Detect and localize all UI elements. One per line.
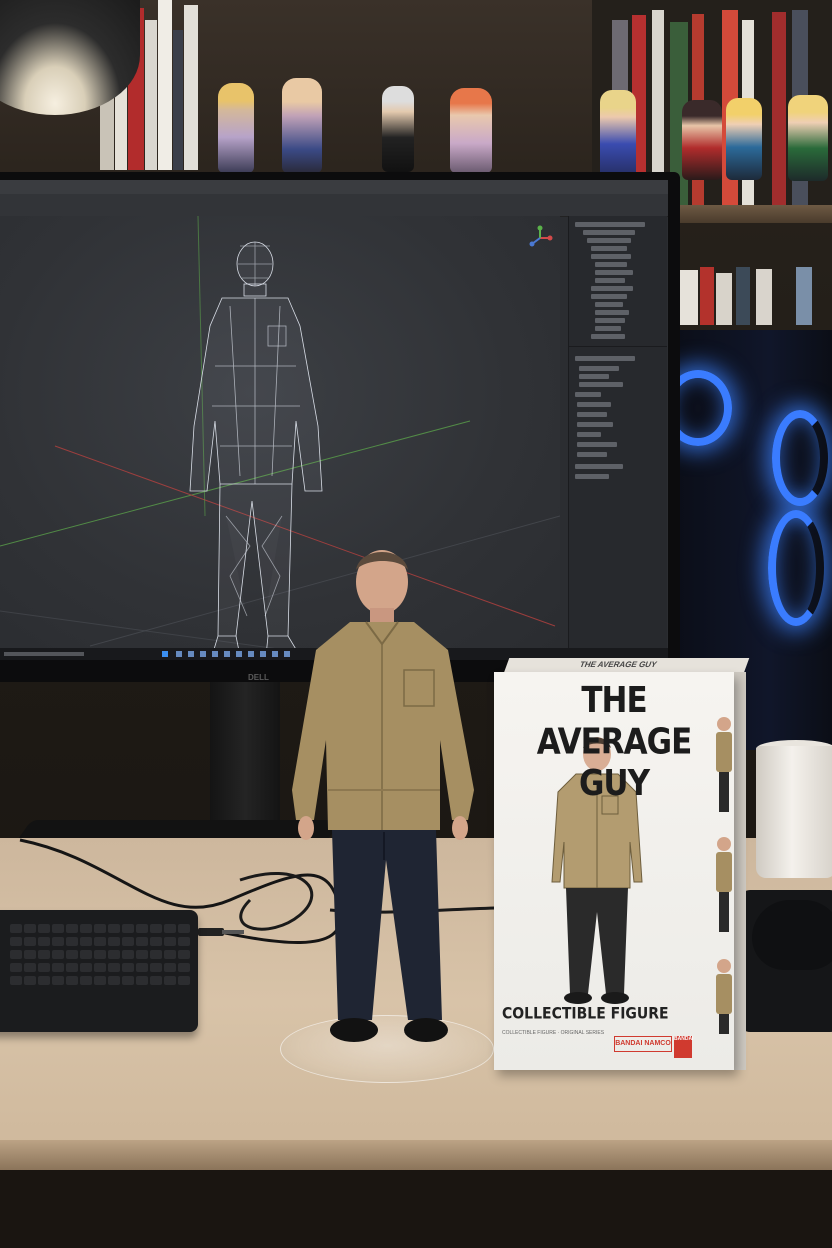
keyboard-key bbox=[24, 937, 36, 946]
keyboard-key bbox=[108, 937, 120, 946]
keyboard-key bbox=[164, 976, 176, 985]
keyboard-key bbox=[150, 924, 162, 933]
keyboard-key bbox=[108, 976, 120, 985]
under-desk bbox=[0, 1170, 832, 1248]
keyboard-key bbox=[136, 976, 148, 985]
keyboard-key bbox=[10, 963, 22, 972]
keyboard-key bbox=[122, 976, 134, 985]
figure-shoe-left bbox=[330, 1018, 378, 1042]
keyboard-key bbox=[52, 937, 64, 946]
keyboard-key bbox=[108, 950, 120, 959]
books-lower-right bbox=[676, 265, 832, 325]
keyboard-key bbox=[122, 924, 134, 933]
box-brand-badge: BANDAI NAMCO bbox=[614, 1036, 672, 1052]
taskbar-apps bbox=[176, 651, 296, 657]
keyboard-key bbox=[150, 963, 162, 972]
keyboard-key bbox=[10, 950, 22, 959]
figure-jacket bbox=[292, 622, 474, 830]
keyboard-key bbox=[10, 937, 22, 946]
box-subtitle: COLLECTIBLE FIGURE bbox=[502, 1004, 669, 1024]
keyboard-key bbox=[24, 950, 36, 959]
keyboard-key bbox=[38, 963, 50, 972]
keyboard-key bbox=[80, 937, 92, 946]
keyboard-key bbox=[150, 976, 162, 985]
keyboard-key bbox=[178, 976, 190, 985]
keyboard-key bbox=[38, 924, 50, 933]
keyboard-key bbox=[24, 963, 36, 972]
keyboard-key bbox=[52, 963, 64, 972]
keyboard-key bbox=[108, 963, 120, 972]
keyboard-key bbox=[66, 937, 78, 946]
fan-ring bbox=[772, 410, 828, 506]
keyboard-key bbox=[38, 950, 50, 959]
desk-edge bbox=[0, 1140, 832, 1170]
scene-outliner bbox=[568, 216, 667, 656]
box-top-label: THE AVERAGE GUY bbox=[578, 660, 659, 669]
keyboard-key bbox=[66, 976, 78, 985]
keyboard-key bbox=[94, 950, 106, 959]
keyboard-key bbox=[10, 924, 22, 933]
keyboard-key bbox=[66, 963, 78, 972]
keyboard-key bbox=[66, 924, 78, 933]
keyboard-key bbox=[80, 976, 92, 985]
keyboard-key bbox=[164, 937, 176, 946]
keyboard-key bbox=[94, 937, 106, 946]
keyboard-key bbox=[80, 963, 92, 972]
keyboard-key bbox=[24, 924, 36, 933]
keyboard-key bbox=[136, 963, 148, 972]
keyboard-key bbox=[164, 950, 176, 959]
keyboard-key bbox=[80, 924, 92, 933]
mouse bbox=[752, 900, 832, 970]
keyboard-key bbox=[80, 950, 92, 959]
figurines-shelf-left bbox=[210, 78, 510, 173]
keyboard-key bbox=[52, 924, 64, 933]
keyboard bbox=[0, 910, 198, 1032]
keyboard-key bbox=[24, 976, 36, 985]
keyboard-key bbox=[178, 924, 190, 933]
box-title: THE AVERAGE GUY bbox=[536, 679, 693, 805]
mug bbox=[756, 746, 832, 878]
keyboard-key bbox=[108, 924, 120, 933]
keyboard-key bbox=[164, 963, 176, 972]
keyboard-key bbox=[38, 937, 50, 946]
keyboard-key bbox=[136, 937, 148, 946]
keyboard-key bbox=[178, 950, 190, 959]
axis-gizmo-icon bbox=[529, 225, 553, 247]
app-toolbar bbox=[0, 194, 668, 217]
keyboard-key bbox=[164, 924, 176, 933]
keyboard-key bbox=[136, 924, 148, 933]
keyboard-key bbox=[38, 976, 50, 985]
keyboard-key bbox=[178, 937, 190, 946]
app-menubar bbox=[0, 180, 668, 194]
keyboard-key bbox=[122, 937, 134, 946]
keyboard-key bbox=[94, 976, 106, 985]
keyboard-key bbox=[178, 963, 190, 972]
box-fineprint: COLLECTIBLE FIGURE · ORIGINAL SERIES bbox=[502, 1030, 605, 1036]
keyboard-key bbox=[10, 976, 22, 985]
monitor-logo: DELL bbox=[248, 673, 269, 682]
fan-ring bbox=[768, 510, 824, 626]
taskbar-status bbox=[4, 652, 84, 656]
keyboard-key bbox=[66, 950, 78, 959]
keyboard-key bbox=[136, 950, 148, 959]
action-figure bbox=[292, 550, 474, 1042]
keyboard-key bbox=[52, 950, 64, 959]
keyboard-key bbox=[150, 950, 162, 959]
keyboard-key bbox=[150, 937, 162, 946]
box-brand-logo: BANDAI bbox=[674, 1036, 693, 1058]
keyboard-key bbox=[52, 976, 64, 985]
keyboard-key bbox=[94, 924, 106, 933]
keyboard-key bbox=[122, 950, 134, 959]
keyboard-key bbox=[94, 963, 106, 972]
figure-jeans bbox=[332, 830, 442, 1020]
windows-start-icon bbox=[162, 651, 168, 657]
figure-shoe-right bbox=[404, 1018, 448, 1042]
keyboard-key bbox=[122, 963, 134, 972]
